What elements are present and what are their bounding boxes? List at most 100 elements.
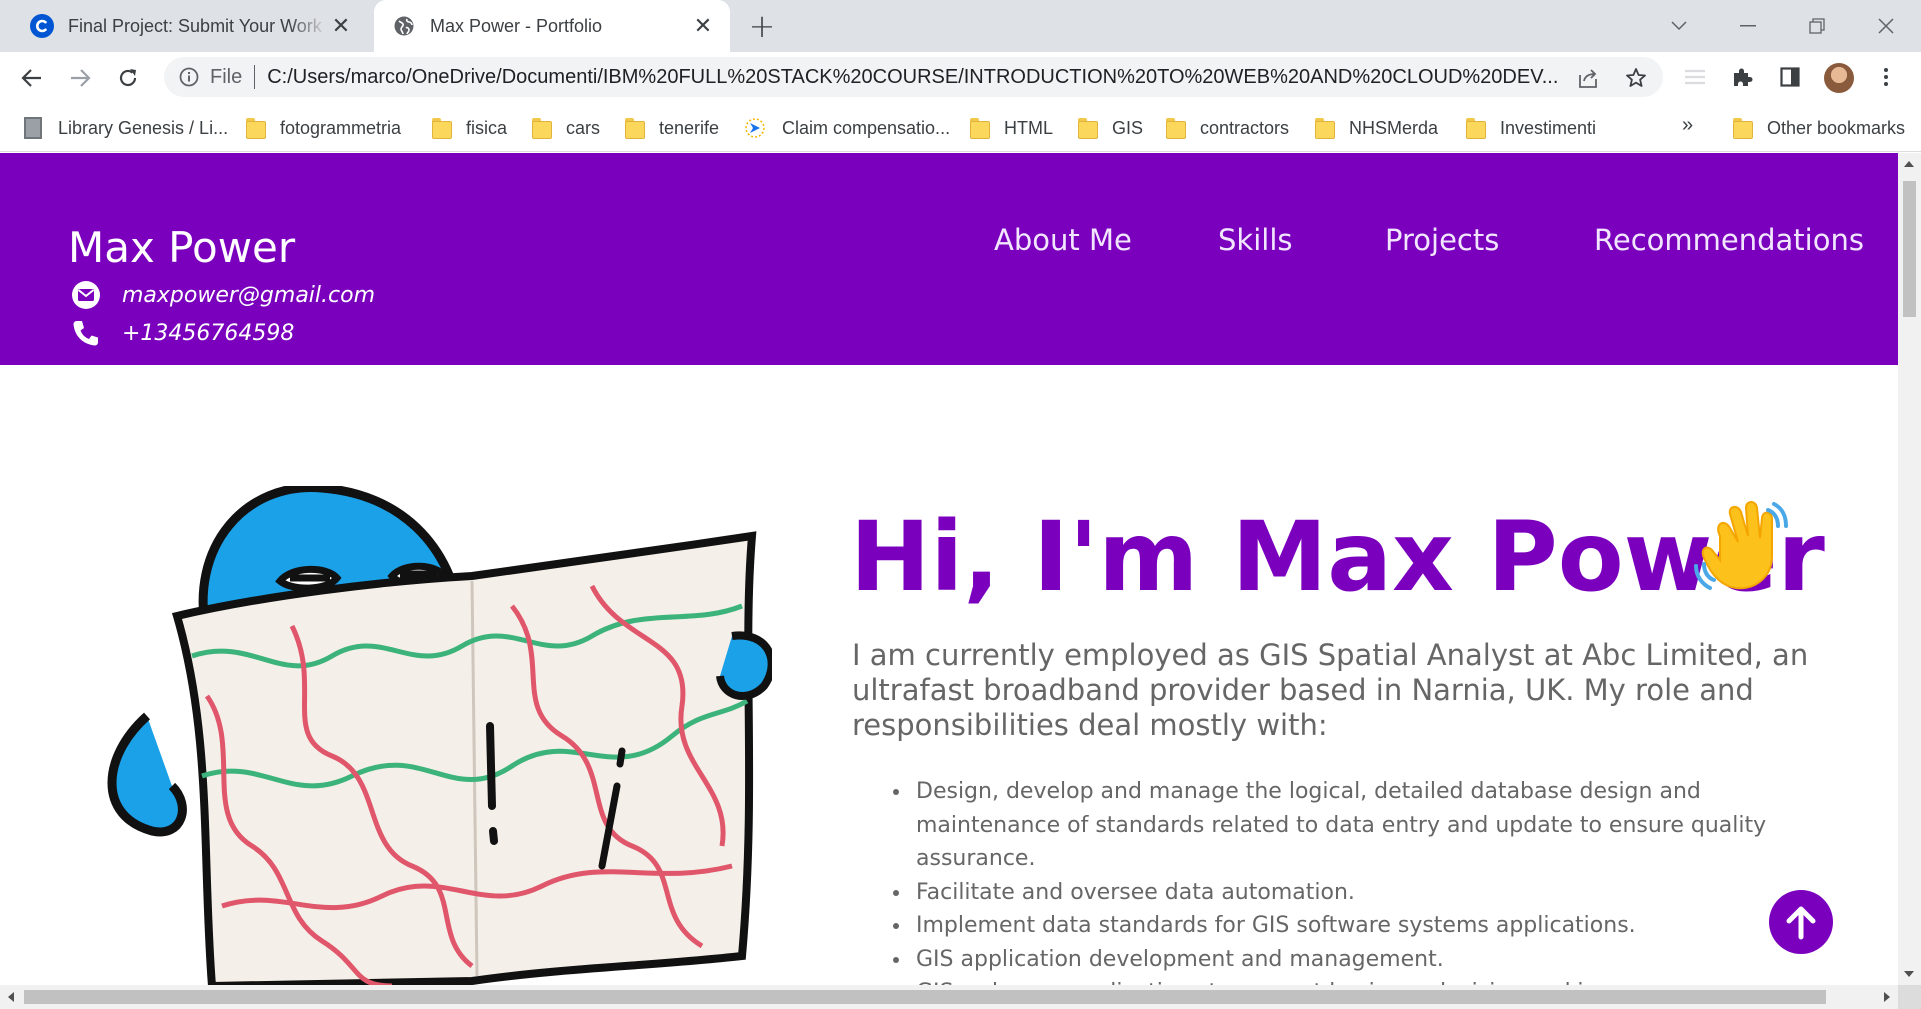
list-item: Implement data standards for GIS softwar…	[912, 909, 1812, 943]
list-item: GIS web map applications to support busi…	[912, 976, 1812, 985]
folder-icon	[1315, 118, 1335, 139]
nav-projects[interactable]: Projects	[1385, 223, 1499, 257]
star-icon[interactable]	[1623, 65, 1649, 91]
hero-intro: I am currently employed as GIS Spatial A…	[852, 638, 1809, 742]
info-icon[interactable]	[178, 66, 200, 88]
scroll-to-top-button[interactable]	[1769, 890, 1833, 954]
email-text: maxpower@gmail.com	[122, 282, 376, 308]
vertical-scrollbar[interactable]	[1898, 153, 1921, 985]
tab-strip: Final Project: Submit Your Work and Get …	[0, 0, 1921, 52]
phone-text: +13456764598	[122, 320, 295, 346]
coursera-icon	[30, 14, 54, 38]
bookmark-label: Investimenti	[1500, 117, 1597, 138]
site-header: Max Power maxpower@gmail.com +1345676459…	[0, 153, 1898, 365]
tab-portfolio[interactable]: Max Power - Portfolio ✕	[374, 0, 730, 52]
bookmark-fotogrammetria[interactable]: fotogrammetria	[246, 114, 401, 142]
tab-title: Max Power - Portfolio	[430, 15, 603, 36]
folder-icon	[1466, 118, 1486, 139]
bookmark-label: fisica	[466, 117, 508, 138]
hero-title: Hi, I'm Max Power	[850, 501, 1825, 613]
share-icon[interactable]	[1575, 65, 1601, 91]
bookmark-label: fotogrammetria	[280, 117, 402, 138]
scrollbar-corner	[1898, 985, 1921, 1009]
email-contact[interactable]: maxpower@gmail.com	[70, 279, 375, 311]
close-tab-icon[interactable]: ✕	[690, 13, 716, 39]
nav-recommendations[interactable]: Recommendations	[1594, 223, 1864, 257]
back-arrow-icon	[21, 69, 41, 87]
folder-icon	[532, 118, 552, 139]
bookmark-label: GIS	[1112, 117, 1144, 138]
bookmark-label: NHSMerda	[1349, 117, 1439, 138]
vertical-scroll-thumb[interactable]	[1903, 181, 1916, 317]
bookmark-fisica[interactable]: fisica	[432, 114, 507, 142]
list-item: GIS application development and manageme…	[912, 943, 1812, 977]
horizontal-scroll-thumb[interactable]	[24, 990, 1826, 1004]
book-icon	[24, 117, 42, 139]
address-bar[interactable]: File C:/Users/marco/OneDrive/Documenti/I…	[164, 57, 1663, 97]
side-panel-icon[interactable]	[1774, 61, 1806, 93]
close-tab-icon[interactable]: ✕	[328, 13, 354, 39]
globe-icon	[392, 14, 416, 38]
extensions-icon[interactable]	[1726, 61, 1758, 93]
new-tab-button[interactable]: +	[746, 7, 778, 45]
folder-icon	[1733, 118, 1753, 139]
waving-hand-icon	[1694, 501, 1788, 590]
tab-search-icon[interactable]	[1659, 6, 1699, 46]
bookmark-label: tenerife	[659, 117, 720, 138]
bookmark-html[interactable]: HTML	[970, 114, 1053, 142]
reload-icon	[119, 69, 137, 87]
plane-icon	[744, 117, 766, 139]
back-button[interactable]	[12, 58, 52, 98]
reload-button[interactable]	[108, 58, 148, 98]
nav-skills[interactable]: Skills	[1218, 223, 1292, 257]
menu-icon[interactable]	[1870, 61, 1902, 93]
bookmark-label: Claim compensatio...	[782, 117, 951, 138]
duties-list: Design, develop and manage the logical, …	[912, 775, 1812, 985]
close-window-icon[interactable]	[1866, 6, 1906, 46]
folder-icon	[1078, 118, 1098, 139]
phone-icon	[70, 317, 102, 349]
nav-about-me[interactable]: About Me	[994, 223, 1132, 257]
folder-icon	[246, 118, 266, 139]
url-text[interactable]: C:/Users/marco/OneDrive/Documenti/IBM%20…	[267, 66, 1557, 89]
mail-icon	[70, 279, 102, 311]
folder-icon	[970, 118, 990, 139]
bookmarks-overflow-button[interactable]: »	[1682, 114, 1693, 137]
bookmark-library-genesis[interactable]: Library Genesis / Li...	[24, 114, 228, 142]
phone-contact[interactable]: +13456764598	[70, 317, 294, 349]
scroll-left-icon[interactable]	[8, 992, 14, 1002]
bookmark-gis[interactable]: GIS	[1078, 114, 1143, 142]
minimize-icon[interactable]	[1728, 6, 1768, 46]
other-bookmarks[interactable]: Other bookmarks	[1733, 114, 1905, 142]
scheme-label: File	[210, 65, 243, 88]
profile-avatar[interactable]	[1824, 63, 1854, 93]
horizontal-scrollbar[interactable]	[0, 985, 1898, 1009]
bookmark-claim-compensation[interactable]: Claim compensatio...	[744, 114, 950, 142]
forward-arrow-icon	[71, 69, 91, 87]
scroll-right-icon[interactable]	[1884, 992, 1890, 1002]
site-brand: Max Power	[68, 223, 296, 272]
list-item: Facilitate and oversee data automation.	[912, 876, 1812, 910]
hero-illustration	[107, 486, 772, 985]
divider	[254, 65, 256, 89]
folder-icon	[1166, 118, 1186, 139]
restore-icon[interactable]	[1797, 6, 1837, 46]
bookmark-investimenti[interactable]: Investimenti	[1466, 114, 1596, 142]
bookmark-tenerife[interactable]: tenerife	[625, 114, 719, 142]
bookmark-label: Other bookmarks	[1767, 117, 1906, 138]
page-viewport: Max Power maxpower@gmail.com +1345676459…	[0, 153, 1898, 985]
bookmark-label: HTML	[1004, 117, 1053, 138]
scroll-down-icon[interactable]	[1904, 971, 1914, 977]
folder-icon	[625, 118, 645, 139]
bookmark-cars[interactable]: cars	[532, 114, 600, 142]
bookmark-contractors[interactable]: contractors	[1166, 114, 1289, 142]
forward-button[interactable]	[60, 58, 100, 98]
bookmark-label: cars	[566, 117, 601, 138]
arrow-up-icon	[1786, 906, 1816, 940]
reading-list-icon[interactable]	[1679, 61, 1711, 93]
scroll-up-icon[interactable]	[1904, 161, 1914, 167]
bookmark-label: Library Genesis / Li...	[58, 117, 229, 138]
tab-final-project[interactable]: Final Project: Submit Your Work and Get …	[8, 0, 368, 52]
list-item: Design, develop and manage the logical, …	[912, 775, 1812, 876]
bookmark-nhsmerda[interactable]: NHSMerda	[1315, 114, 1438, 142]
